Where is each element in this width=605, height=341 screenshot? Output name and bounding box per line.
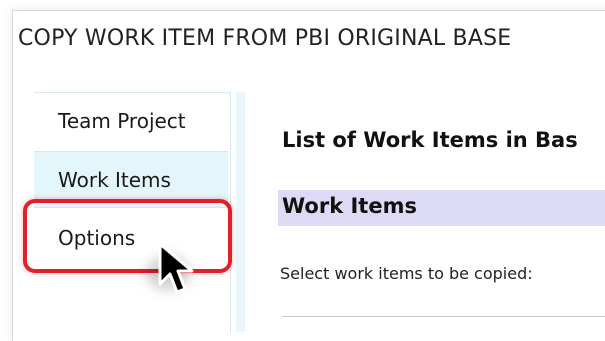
sidebar-divider xyxy=(236,92,245,332)
select-work-items-label: Select work items to be copied: xyxy=(280,264,533,283)
work-items-list[interactable] xyxy=(282,316,605,337)
options-highlight-outline xyxy=(23,199,232,273)
section-title: Work Items xyxy=(282,194,417,218)
sidebar-item-label: Team Project xyxy=(58,109,186,133)
sidebar-item-team-project[interactable]: Team Project xyxy=(34,93,228,150)
content-header: List of Work Items in Bas xyxy=(282,128,578,152)
mouse-pointer-icon xyxy=(158,242,194,294)
window-title: COPY WORK ITEM FROM PBI ORIGINAL BASE xyxy=(18,26,512,51)
sidebar-item-label: Work Items xyxy=(58,168,171,192)
